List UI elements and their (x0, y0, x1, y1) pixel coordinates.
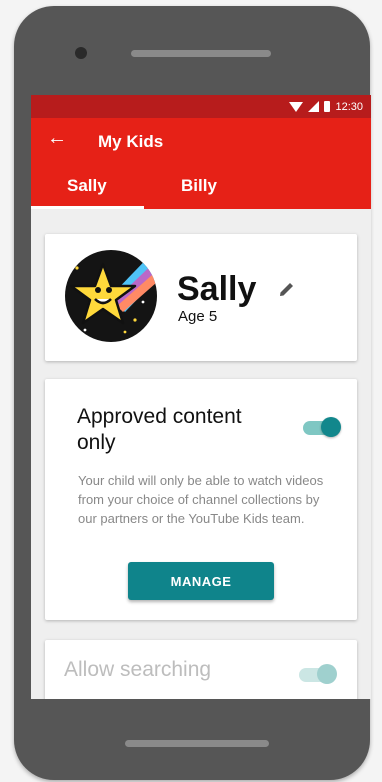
allow-searching-card: Allow searching (45, 640, 357, 699)
toggle-thumb (321, 417, 341, 437)
profile-name: Sally (177, 270, 257, 308)
manage-button[interactable]: MANAGE (128, 562, 274, 600)
tab-billy[interactable]: Billy (181, 176, 217, 196)
avatar[interactable] (65, 250, 157, 342)
tab-indicator (31, 206, 144, 209)
approved-content-card: Approved content only Your child will on… (45, 379, 357, 620)
wifi-icon (289, 101, 304, 112)
earpiece-speaker (131, 50, 271, 57)
signal-icon (308, 101, 320, 112)
toggle-thumb (317, 664, 337, 684)
page-title: My Kids (98, 132, 164, 151)
profile-age: Age 5 (178, 308, 218, 325)
status-bar: 12:30 (31, 95, 371, 118)
app-bar: ← My Kids Sally Billy (31, 118, 371, 209)
front-camera (75, 47, 87, 59)
app-screen: 12:30 ← My Kids Sally Billy Sally Age 5 … (31, 95, 371, 699)
profile-card: Sally Age 5 (45, 234, 357, 361)
approved-content-title: Approved content only (77, 405, 242, 454)
arrow-left-icon[interactable]: ← (47, 127, 67, 150)
tab-sally[interactable]: Sally (67, 176, 107, 196)
pencil-icon[interactable] (277, 279, 297, 304)
allow-searching-toggle[interactable] (299, 664, 339, 686)
approved-content-toggle[interactable] (303, 417, 343, 439)
status-time: 12:30 (335, 100, 363, 113)
battery-icon (324, 101, 331, 112)
approved-content-description: Your child will only be able to watch vi… (78, 473, 324, 526)
home-bar (125, 740, 269, 747)
star-avatar-icon (69, 250, 157, 334)
allow-searching-label: Allow searching (64, 658, 212, 681)
